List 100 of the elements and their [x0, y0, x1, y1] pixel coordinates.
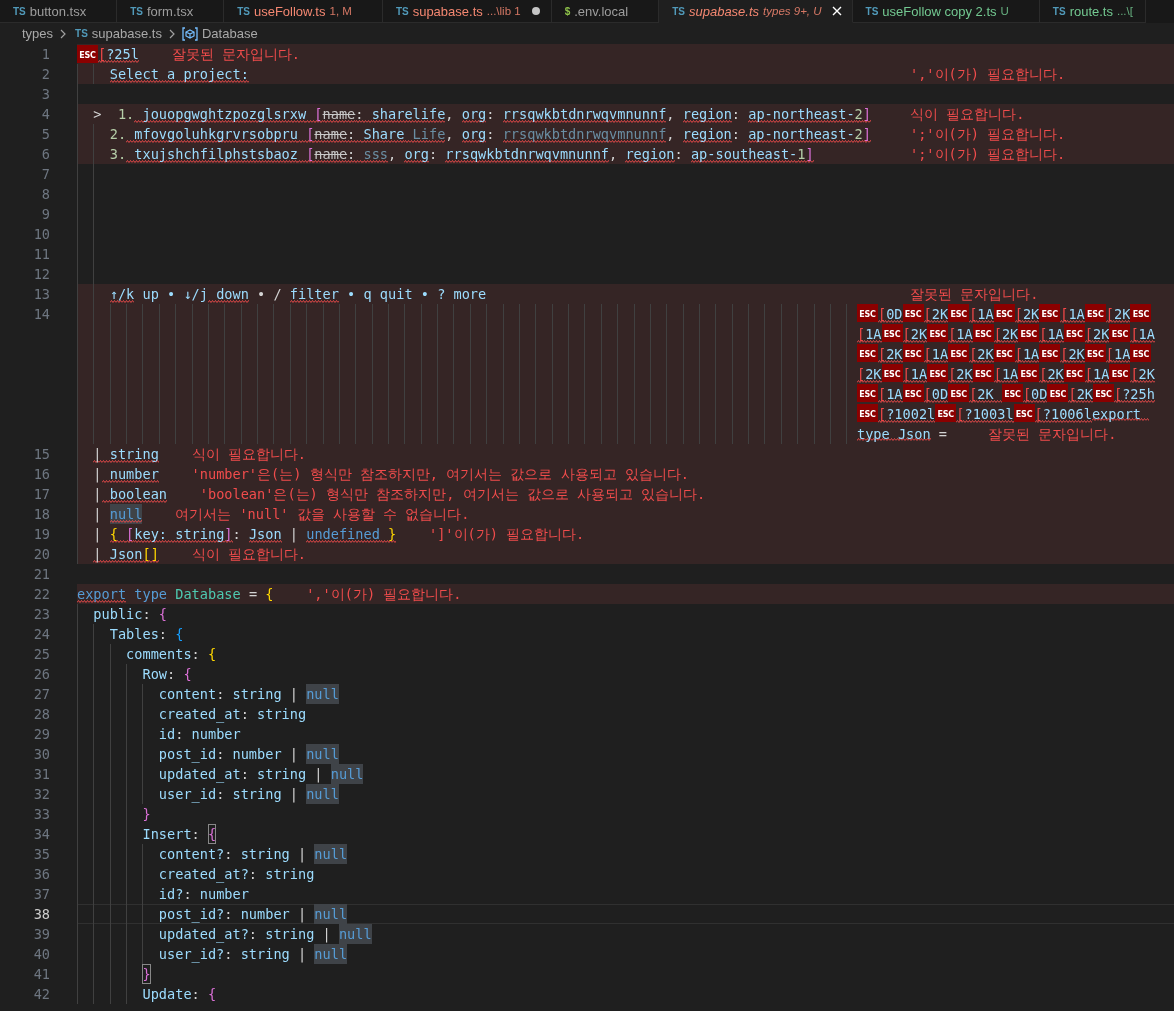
code-token: : — [167, 665, 177, 684]
code-token: : — [486, 105, 496, 124]
code-token: Row — [142, 665, 168, 684]
code-token: | — [93, 525, 103, 544]
line-number: 19 — [32, 525, 51, 544]
editor-tab[interactable]: TS supabase.ts types 9+, U — [659, 0, 853, 23]
control-char: ESC — [1063, 324, 1085, 342]
breadcrumb-item[interactable]: types — [22, 26, 54, 41]
code-token: 1. — [117, 105, 135, 124]
line-number: 31 — [32, 765, 51, 784]
code-token: number — [240, 905, 290, 924]
line-number: 36 — [32, 865, 51, 884]
code-token: public — [93, 605, 143, 624]
control-char: ESC — [881, 364, 903, 382]
code-token: Database — [174, 585, 241, 604]
module-icon — [181, 26, 198, 41]
code-token: null — [306, 684, 339, 704]
code-token: : — [175, 725, 185, 744]
control-char: ESC — [948, 344, 970, 362]
editor-tab[interactable]: TS route.ts ...\[ — [1039, 0, 1146, 23]
line-number: 7 — [40, 165, 51, 184]
line-number: 9 — [40, 205, 51, 224]
code-token: : — [486, 125, 496, 144]
line-number: 4 — [40, 105, 51, 124]
editor-tab[interactable]: TS useFollow.ts 1, M — [224, 0, 383, 23]
editor-tab[interactable]: TS form.tsx — [117, 0, 225, 23]
line-number: 1 — [40, 45, 51, 64]
control-char: ESC — [1130, 304, 1152, 322]
control-char: ESC — [993, 304, 1015, 322]
code-token: | — [296, 905, 308, 924]
error-message: ']'이(가) 필요합니다. — [429, 525, 585, 544]
code-token: { — [158, 605, 168, 624]
breadcrumb-item[interactable]: Database — [201, 26, 258, 41]
code-token: • q quit • ? more — [346, 285, 487, 304]
code-token: null — [314, 844, 348, 864]
error-message: ';'이(가) 필요합니다. — [910, 125, 1066, 144]
line-number: 2 — [40, 65, 51, 84]
line-number: 25 — [32, 645, 51, 664]
editor-tab[interactable]: TS supabase.ts ...\lib 1 — [382, 0, 552, 23]
line-number: 38 — [32, 905, 51, 924]
control-char: ESC — [1084, 344, 1106, 362]
code-token: : — [183, 885, 193, 904]
code-token: : — [216, 745, 226, 764]
code-token: , — [666, 125, 676, 144]
code-token: | — [296, 945, 308, 964]
line-number: 16 — [32, 465, 51, 484]
editor-tab[interactable]: TS useFollow copy 2.ts U — [852, 0, 1040, 23]
code-token: | — [313, 765, 324, 784]
close-icon[interactable] — [830, 5, 843, 17]
error-message: 식이 필요합니다. — [191, 545, 306, 564]
code-token: | — [288, 685, 299, 704]
line-number: 18 — [32, 505, 51, 524]
line-number: 23 — [32, 605, 51, 624]
line-number: 15 — [32, 445, 51, 464]
code-token: : — [224, 845, 234, 864]
editor-tab[interactable]: $ .env.local — [551, 0, 660, 23]
code-token: • / — [256, 285, 283, 304]
line-number: 12 — [32, 265, 51, 284]
code-token: : — [232, 525, 242, 544]
file-type-icon: TS — [672, 3, 685, 19]
control-char: ESC — [927, 324, 949, 342]
code-token: } — [142, 805, 151, 824]
line-number: 39 — [32, 925, 51, 944]
file-type-icon: TS — [130, 3, 143, 19]
code-token: user_id? — [158, 945, 225, 964]
control-char: ESC — [857, 384, 878, 402]
control-char: ESC — [77, 45, 98, 63]
code-token: , — [388, 145, 398, 164]
code-token: : — [240, 765, 250, 784]
file-type-icon: TS — [1052, 3, 1066, 19]
code-token: : — [429, 145, 439, 164]
code-token: string — [265, 865, 315, 884]
control-char: ESC — [935, 404, 957, 422]
file-type-icon: TS — [13, 3, 26, 19]
code-token: number — [232, 745, 282, 764]
control-char: ESC — [948, 304, 970, 322]
line-number: 29 — [32, 725, 51, 744]
control-char: ESC — [1018, 324, 1040, 342]
code-token: id? — [158, 885, 184, 904]
code-token: : — [191, 985, 201, 1004]
error-message: 식이 필요합니다. — [910, 105, 1025, 124]
line-number: 13 — [32, 285, 51, 304]
code-token: id — [158, 725, 176, 744]
code-token: , — [445, 105, 455, 124]
code-token: { — [265, 585, 274, 604]
control-char: ESC — [857, 404, 878, 422]
code-token: number — [191, 725, 241, 744]
file-type-icon: TS — [865, 3, 879, 19]
code-token: = — [937, 426, 948, 442]
breadcrumb-item[interactable]: supabase.ts — [91, 26, 162, 41]
control-char: ESC — [1047, 384, 1069, 402]
code-token: : — [731, 105, 741, 124]
editor-tab[interactable]: TS button.tsx — [0, 0, 118, 23]
code-token: created_at? — [158, 865, 249, 884]
line-number: 11 — [32, 245, 51, 264]
control-char: ESC — [948, 384, 970, 402]
line-number: 30 — [32, 745, 51, 764]
control-char: ESC — [1084, 304, 1106, 322]
line-number: 21 — [32, 565, 51, 584]
error-message: 잘못된 문자입니다. — [171, 45, 301, 64]
